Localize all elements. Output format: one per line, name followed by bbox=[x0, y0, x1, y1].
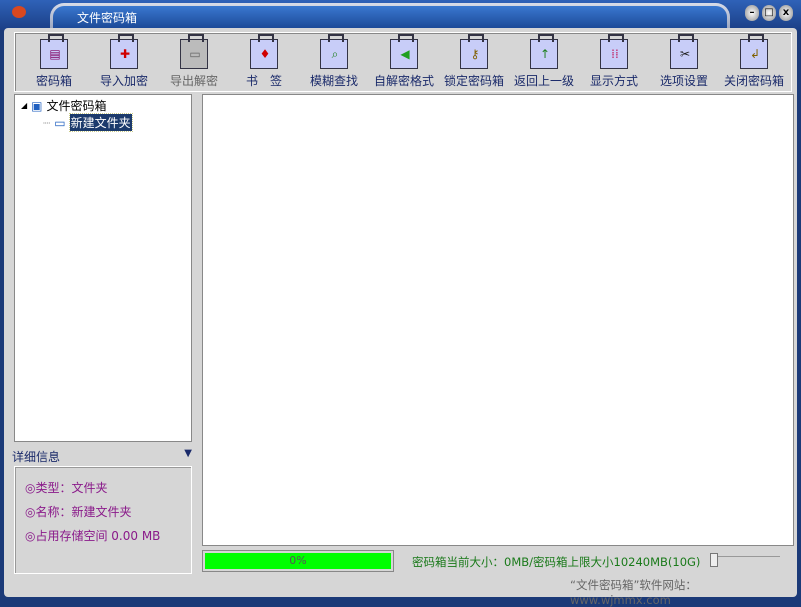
safe-icon: ▤ bbox=[40, 34, 68, 69]
folder-icon: ▭ bbox=[54, 115, 66, 130]
toolbar-label: 返回上一级 bbox=[513, 74, 574, 88]
toolbar-label: 自解密格式 bbox=[373, 74, 434, 88]
toolbar-label: 锁定密码箱 bbox=[443, 74, 504, 88]
close-button[interactable]: x bbox=[779, 5, 793, 21]
close-safe-icon: ↲ bbox=[740, 34, 768, 69]
toolbar-label: 显示方式 bbox=[589, 74, 638, 88]
briefcase-icon: ▣ bbox=[31, 98, 43, 113]
export-decrypt-icon: ▭ bbox=[180, 34, 208, 69]
details-panel: ◎类型：文件夹 ◎名称：新建文件夹 ◎占用存储空间 0.00 MB bbox=[14, 466, 192, 574]
details-title: 详细信息 bbox=[12, 450, 61, 464]
progress-label: 0% bbox=[205, 553, 391, 569]
bookmark-icon: ♦ bbox=[250, 34, 278, 69]
chevron-down-icon[interactable]: ▼ bbox=[184, 448, 192, 459]
toolbar-label: 导出解密 bbox=[169, 74, 218, 88]
key-icon: ⚷ bbox=[460, 34, 488, 69]
up-arrow-icon: ↑ bbox=[530, 34, 558, 69]
toolbar-label: 书 签 bbox=[245, 74, 282, 88]
toolbar-button-7[interactable]: ↑ 返回上一级 bbox=[509, 33, 579, 91]
collapse-icon[interactable]: ◢ bbox=[21, 101, 27, 110]
toolbar-label: 选项设置 bbox=[659, 74, 708, 88]
slider[interactable] bbox=[710, 553, 780, 570]
toolbar-button-9[interactable]: ✂ 选项设置 bbox=[649, 33, 719, 91]
toolbar-button-4[interactable]: ⌕ 模糊查找 bbox=[299, 33, 369, 91]
maximize-button[interactable]: □ bbox=[762, 5, 776, 21]
toolbar-button-2[interactable]: ▭ 导出解密 bbox=[159, 33, 229, 91]
toolbar-button-1[interactable]: ✚ 导入加密 bbox=[89, 33, 159, 91]
window-title: 文件密码箱 bbox=[53, 6, 727, 28]
toolbar-label: 密码箱 bbox=[35, 74, 72, 88]
toolbar-button-8[interactable]: ⁞⁞ 显示方式 bbox=[579, 33, 649, 91]
client-area: ▤ 密码箱 ✚ 导入加密 ▭ 导出解密 ♦ 书 签 ⌕ 模糊查找 ◀ 自解密格式 ⚷ 锁定密码箱 ↑ 返回上一… bbox=[4, 28, 797, 607]
toolbar-label: 关闭密码箱 bbox=[723, 74, 784, 88]
toolbar-button-0[interactable]: ▤ 密码箱 bbox=[19, 33, 89, 91]
detail-name: ◎名称：新建文件夹 bbox=[25, 505, 132, 519]
toolbar-label: 导入加密 bbox=[99, 74, 148, 88]
slider-thumb[interactable] bbox=[710, 553, 718, 567]
progress-bar: 0% bbox=[202, 550, 394, 572]
settings-icon: ✂ bbox=[670, 34, 698, 69]
details-header[interactable]: 详细信息 ▼ bbox=[12, 448, 192, 465]
folder-tree[interactable]: ◢ ▣ 文件密码箱 ┈ ▭ 新建文件夹 bbox=[14, 94, 192, 442]
tree-root[interactable]: 文件密码箱 bbox=[47, 97, 107, 114]
file-list[interactable] bbox=[202, 94, 794, 546]
app-icon[interactable] bbox=[12, 6, 26, 18]
toolbar-button-5[interactable]: ◀ 自解密格式 bbox=[369, 33, 439, 91]
status-text: 密码箱当前大小：0MB/密码箱上限大小10240MB(10G) bbox=[412, 555, 701, 569]
toolbar-button-3[interactable]: ♦ 书 签 bbox=[229, 33, 299, 91]
search-icon: ⌕ bbox=[320, 34, 348, 69]
tree-item-new-folder[interactable]: 新建文件夹 bbox=[68, 113, 133, 132]
toolbar: ▤ 密码箱 ✚ 导入加密 ▭ 导出解密 ♦ 书 签 ⌕ 模糊查找 ◀ 自解密格式 ⚷ 锁定密码箱 ↑ 返回上一… bbox=[14, 32, 792, 92]
view-grid-icon: ⁞⁞ bbox=[600, 34, 628, 69]
minimize-button[interactable]: – bbox=[745, 5, 759, 21]
detail-size: ◎占用存储空间 0.00 MB bbox=[25, 529, 161, 543]
toolbar-label: 模糊查找 bbox=[309, 74, 358, 88]
title-bar: 文件密码箱 – □ x bbox=[0, 0, 801, 30]
tree-connector: ┈ bbox=[43, 115, 51, 130]
self-decrypt-icon: ◀ bbox=[390, 34, 418, 69]
import-encrypt-icon: ✚ bbox=[110, 34, 138, 69]
toolbar-button-6[interactable]: ⚷ 锁定密码箱 bbox=[439, 33, 509, 91]
detail-type: ◎类型：文件夹 bbox=[25, 481, 108, 495]
toolbar-button-10[interactable]: ↲ 关闭密码箱 bbox=[719, 33, 789, 91]
